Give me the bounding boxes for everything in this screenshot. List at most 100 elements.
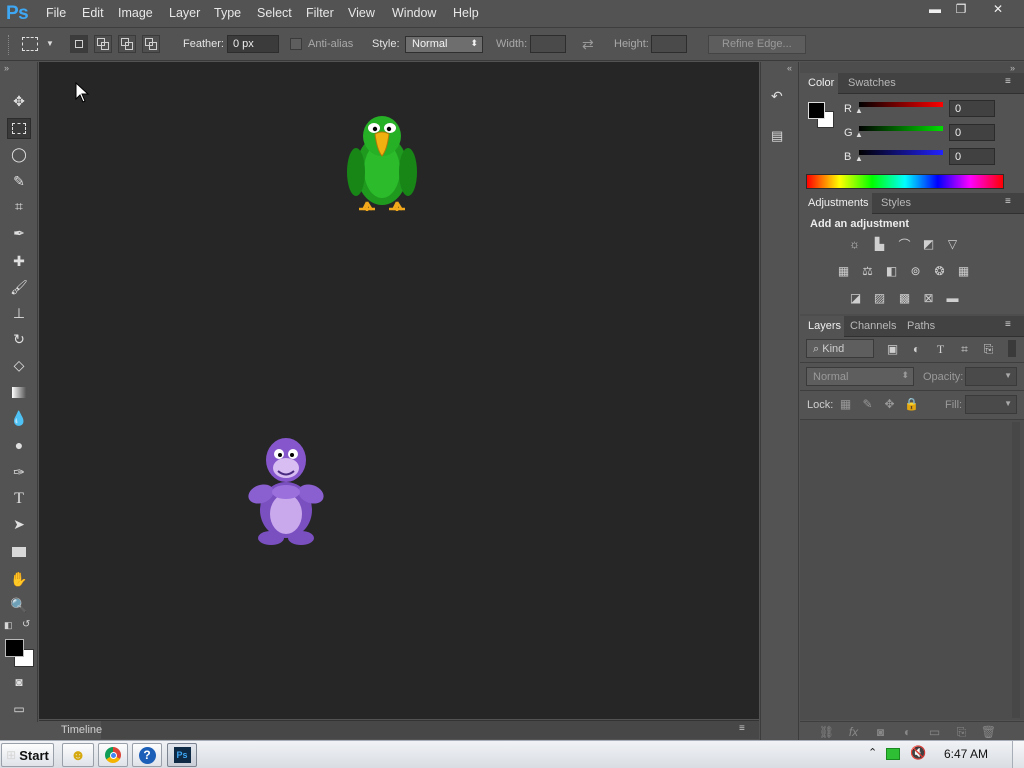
panel-menu-icon[interactable]: ≡ — [739, 723, 745, 734]
bonzi-app-icon[interactable]: ☻ — [62, 743, 94, 767]
tool-preset-icon[interactable] — [22, 37, 38, 51]
style-select[interactable]: Normal ⬍ — [405, 36, 483, 53]
color-balance-icon[interactable]: ⚖ — [859, 264, 876, 278]
foreground-color-swatch[interactable] — [5, 639, 24, 657]
vibrance-icon[interactable]: ▽ — [944, 237, 961, 251]
black-white-icon[interactable]: ◧ — [883, 264, 900, 278]
channel-mixer-icon[interactable]: ❂ — [931, 264, 948, 278]
filter-toggle[interactable] — [1008, 340, 1016, 357]
smart-object-filter-icon[interactable]: ⎘ — [980, 342, 997, 356]
zoom-tool-icon[interactable]: 🔍 — [7, 595, 31, 616]
lock-position-icon[interactable]: ✥ — [881, 397, 898, 411]
g-input[interactable]: 0 — [949, 124, 995, 141]
panel-menu-icon[interactable]: ≡ — [1005, 319, 1011, 330]
move-tool-icon[interactable]: ✥ — [7, 91, 31, 112]
lasso-tool-icon[interactable]: ◯ — [7, 144, 31, 165]
menu-type[interactable]: Type — [214, 6, 241, 20]
screen-mode-icon[interactable]: ▭ — [7, 698, 31, 719]
volume-muted-icon[interactable]: 🔇 — [910, 745, 926, 761]
panel-menu-icon[interactable]: ≡ — [1005, 196, 1011, 207]
history-brush-tool-icon[interactable]: ↻ — [7, 329, 31, 350]
network-icon[interactable] — [886, 748, 900, 760]
expand-dock-icon[interactable]: « — [787, 63, 792, 73]
tab-adjustments[interactable]: Adjustments — [808, 197, 869, 209]
add-selection-button[interactable] — [94, 35, 112, 53]
foreground-color-swatch[interactable] — [808, 102, 825, 119]
rectangle-tool-icon[interactable] — [7, 541, 31, 562]
curves-icon[interactable]: ⌒ — [896, 237, 913, 252]
subtract-selection-button[interactable] — [118, 35, 136, 53]
levels-icon[interactable]: ▙ — [871, 237, 888, 251]
type-filter-icon[interactable]: T — [932, 342, 949, 356]
start-button[interactable]: ⊞ Start — [1, 743, 54, 767]
marquee-tool-icon[interactable] — [7, 118, 31, 139]
panel-menu-icon[interactable]: ≡ — [1005, 76, 1011, 87]
swap-colors-icon[interactable]: ↺ — [22, 619, 30, 630]
blend-mode-select[interactable]: Normal ⬍ — [806, 367, 914, 386]
gradient-tool-icon[interactable] — [7, 382, 31, 403]
b-slider[interactable] — [859, 150, 943, 155]
menu-layer[interactable]: Layer — [169, 6, 200, 20]
tab-layers[interactable]: Layers — [808, 320, 841, 332]
new-selection-button[interactable] — [70, 35, 88, 53]
width-input[interactable] — [530, 35, 566, 53]
g-slider[interactable] — [859, 126, 943, 131]
chevron-down-icon[interactable]: ▼ — [46, 39, 54, 48]
color-lookup-icon[interactable]: ▦ — [955, 264, 972, 278]
layers-scrollbar[interactable] — [1012, 422, 1020, 718]
brush-tool-icon[interactable]: 🖌 — [7, 277, 31, 298]
default-colors-icon[interactable]: ◧ — [4, 620, 13, 631]
close-button[interactable]: ✕ — [978, 0, 1018, 20]
kind-filter-select[interactable]: ⌕ Kind — [806, 339, 874, 358]
collapse-panels-icon[interactable]: » — [1010, 63, 1015, 73]
type-tool-icon[interactable]: T — [7, 488, 31, 509]
path-select-tool-icon[interactable]: ➤ — [7, 514, 31, 535]
tab-color[interactable]: Color — [808, 77, 834, 89]
shape-filter-icon[interactable]: ⌗ — [956, 342, 973, 356]
photoshop-taskbar-icon[interactable]: Ps — [167, 743, 197, 767]
adjustment-filter-icon[interactable]: ◐ — [908, 342, 925, 356]
quick-select-tool-icon[interactable]: ✎ — [7, 171, 31, 192]
layers-list[interactable] — [800, 420, 1024, 720]
menu-select[interactable]: Select — [257, 6, 292, 20]
hand-tool-icon[interactable]: ✋ — [7, 569, 31, 590]
clone-stamp-tool-icon[interactable]: ⊥ — [7, 303, 31, 324]
tab-swatches[interactable]: Swatches — [848, 77, 896, 89]
tab-channels[interactable]: Channels — [850, 320, 896, 332]
slider-thumb-icon[interactable]: ▲ — [855, 106, 863, 115]
link-layers-icon[interactable]: ⛓ — [818, 725, 835, 739]
lock-pixels-icon[interactable]: ✎ — [859, 397, 876, 411]
r-input[interactable]: 0 — [949, 100, 995, 117]
feather-input[interactable]: 0 px — [227, 35, 279, 53]
fill-input[interactable]: ▼ — [965, 395, 1017, 414]
history-icon[interactable]: ↶ — [771, 88, 793, 108]
invert-icon[interactable]: ◪ — [847, 291, 864, 305]
document-canvas[interactable] — [39, 62, 759, 719]
menu-filter[interactable]: Filter — [306, 6, 334, 20]
quick-mask-icon[interactable]: ◙ — [7, 671, 31, 692]
trash-icon[interactable]: 🗑 — [980, 725, 997, 739]
slider-thumb-icon[interactable]: ▲ — [855, 130, 863, 139]
slider-thumb-icon[interactable]: ▲ — [855, 154, 863, 163]
add-mask-icon[interactable]: ◙ — [872, 725, 889, 739]
lock-transparent-icon[interactable]: ▦ — [837, 397, 854, 411]
gradient-map-icon[interactable]: ▬ — [944, 291, 961, 305]
timeline-tab[interactable]: Timeline — [61, 724, 102, 736]
opacity-input[interactable]: ▼ — [965, 367, 1017, 386]
threshold-icon[interactable]: ▩ — [896, 291, 913, 305]
chrome-app-icon[interactable] — [98, 743, 128, 767]
tab-styles[interactable]: Styles — [881, 197, 911, 209]
height-input[interactable] — [651, 35, 687, 53]
selective-color-icon[interactable]: ⊠ — [920, 291, 937, 305]
menu-view[interactable]: View — [348, 6, 375, 20]
color-ramp[interactable] — [806, 174, 1004, 189]
show-hidden-icons-icon[interactable]: ⌃ — [868, 746, 877, 759]
menu-edit[interactable]: Edit — [82, 6, 104, 20]
eyedropper-tool-icon[interactable]: ✒ — [7, 223, 31, 244]
menu-file[interactable]: File — [46, 6, 66, 20]
collapse-icon[interactable]: » — [4, 63, 9, 73]
menu-help[interactable]: Help — [453, 6, 479, 20]
antialias-checkbox[interactable] — [290, 38, 302, 50]
exposure-icon[interactable]: ◩ — [920, 237, 937, 251]
swap-icon[interactable]: ⇄ — [582, 36, 594, 53]
